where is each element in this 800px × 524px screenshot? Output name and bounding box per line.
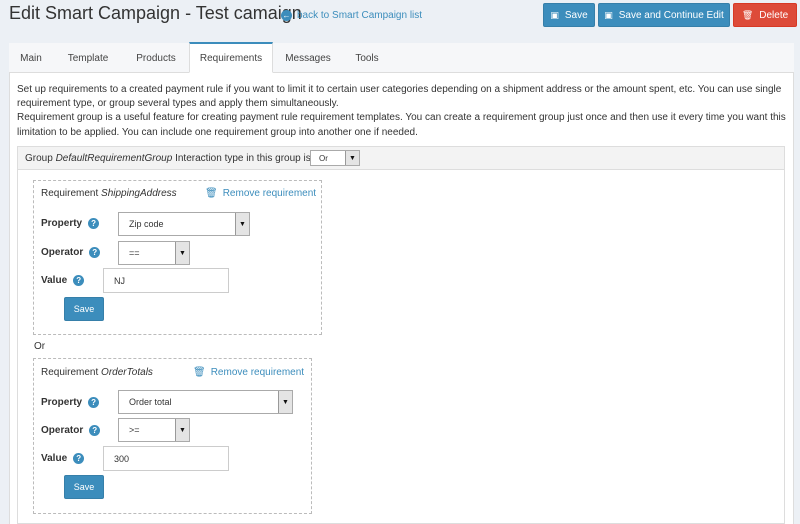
caret-down-icon: ▼ xyxy=(175,242,189,264)
requirements-description: Set up requirements to a created payment… xyxy=(17,83,787,140)
trash-icon: 🗑 xyxy=(741,9,754,20)
remove-requirement-link[interactable]: 🗑 Remove requirement xyxy=(205,188,316,199)
page-header: Edit Smart Campaign - Test camaign ← bac… xyxy=(0,0,800,36)
value-input[interactable]: NJ xyxy=(103,268,229,293)
group-name: DefaultRequirementGroup xyxy=(55,152,173,164)
requirement-title: Requirement ShippingAddress xyxy=(41,188,177,199)
or-separator: Or xyxy=(34,341,46,352)
page-title: Edit Smart Campaign - Test camaign xyxy=(9,3,302,23)
value-label-text: Value xyxy=(41,275,68,286)
requirement-name: ShippingAddress xyxy=(101,188,177,199)
back-link-label: back to Smart Campaign list xyxy=(297,10,423,21)
floppy-disk-icon: ▣ xyxy=(604,9,613,20)
operator-label-text: Operator xyxy=(41,247,84,258)
requirement-save-button[interactable]: Save xyxy=(64,297,104,321)
operator-label-text: Operator xyxy=(41,425,84,436)
remove-requirement-label: Remove requirement xyxy=(210,367,305,378)
tab-requirements[interactable]: Requirements xyxy=(189,42,273,73)
property-select-value: Order total xyxy=(129,397,172,407)
tab-bar: Main Template Products Requirements Mess… xyxy=(9,42,794,73)
operator-select-value: >= xyxy=(129,425,140,435)
requirement-save-button[interactable]: Save xyxy=(64,475,104,499)
requirement-group-header: Group DefaultRequirementGroup Interactio… xyxy=(17,146,785,170)
back-to-list-link[interactable]: ← back to Smart Campaign list xyxy=(281,10,422,21)
help-icon[interactable]: ? xyxy=(89,425,101,436)
trash-icon: 🗑 xyxy=(205,188,218,199)
save-and-continue-label: Save and Continue Edit xyxy=(618,9,724,21)
delete-button-label: Delete xyxy=(759,9,789,21)
property-label-text: Property xyxy=(41,397,83,408)
remove-requirement-link[interactable]: 🗑 Remove requirement xyxy=(193,367,304,378)
help-icon[interactable]: ? xyxy=(73,453,85,464)
tab-tools[interactable]: Tools xyxy=(343,43,391,73)
interaction-type-select[interactable]: Or ▼ xyxy=(310,150,360,166)
help-icon[interactable]: ? xyxy=(88,397,100,408)
help-icon[interactable]: ? xyxy=(88,218,100,229)
caret-down-icon: ▼ xyxy=(345,151,359,165)
property-label: Property? xyxy=(41,218,100,229)
tab-main[interactable]: Main xyxy=(9,43,53,73)
operator-select[interactable]: >= ▼ xyxy=(118,418,190,442)
value-label-text: Value xyxy=(41,453,68,464)
requirement-title: Requirement OrderTotals xyxy=(41,367,153,378)
property-select[interactable]: Zip code ▼ xyxy=(118,212,250,236)
caret-down-icon: ▼ xyxy=(175,419,189,441)
save-button[interactable]: ▣ Save xyxy=(543,3,595,27)
help-icon[interactable]: ? xyxy=(73,275,85,286)
save-button-label: Save xyxy=(564,9,588,21)
save-and-continue-button[interactable]: ▣ Save and Continue Edit xyxy=(598,3,730,27)
group-interaction-text: Interaction type in this group is xyxy=(175,152,311,164)
requirement-name: OrderTotals xyxy=(101,367,153,378)
tab-products[interactable]: Products xyxy=(123,43,189,73)
caret-down-icon: ▼ xyxy=(278,391,292,413)
tab-template[interactable]: Template xyxy=(53,43,123,73)
delete-button[interactable]: 🗑 Delete xyxy=(733,3,797,27)
requirement-prefix: Requirement xyxy=(41,188,99,199)
operator-select[interactable]: == ▼ xyxy=(118,241,190,265)
operator-select-value: == xyxy=(129,248,140,258)
operator-label: Operator? xyxy=(41,247,101,258)
interaction-type-value: Or xyxy=(319,153,328,163)
property-select[interactable]: Order total ▼ xyxy=(118,390,293,414)
help-icon[interactable]: ? xyxy=(89,247,101,258)
arrow-left-circle-icon: ← xyxy=(281,10,292,21)
caret-down-icon: ▼ xyxy=(235,213,249,235)
remove-requirement-label: Remove requirement xyxy=(222,188,317,199)
property-select-value: Zip code xyxy=(129,219,164,229)
description-paragraph-2: Requirement group is a useful feature fo… xyxy=(17,112,786,138)
operator-label: Operator? xyxy=(41,425,101,436)
property-label: Property? xyxy=(41,397,100,408)
value-input[interactable]: 300 xyxy=(103,446,229,471)
value-label: Value? xyxy=(41,453,85,464)
trash-icon: 🗑 xyxy=(193,367,206,378)
description-paragraph-1: Set up requirements to a created payment… xyxy=(17,84,782,110)
tab-messages[interactable]: Messages xyxy=(273,43,343,73)
requirement-prefix: Requirement xyxy=(41,367,99,378)
value-label: Value? xyxy=(41,275,85,286)
group-prefix: Group xyxy=(25,152,53,164)
property-label-text: Property xyxy=(41,218,83,229)
floppy-disk-icon: ▣ xyxy=(550,9,559,20)
